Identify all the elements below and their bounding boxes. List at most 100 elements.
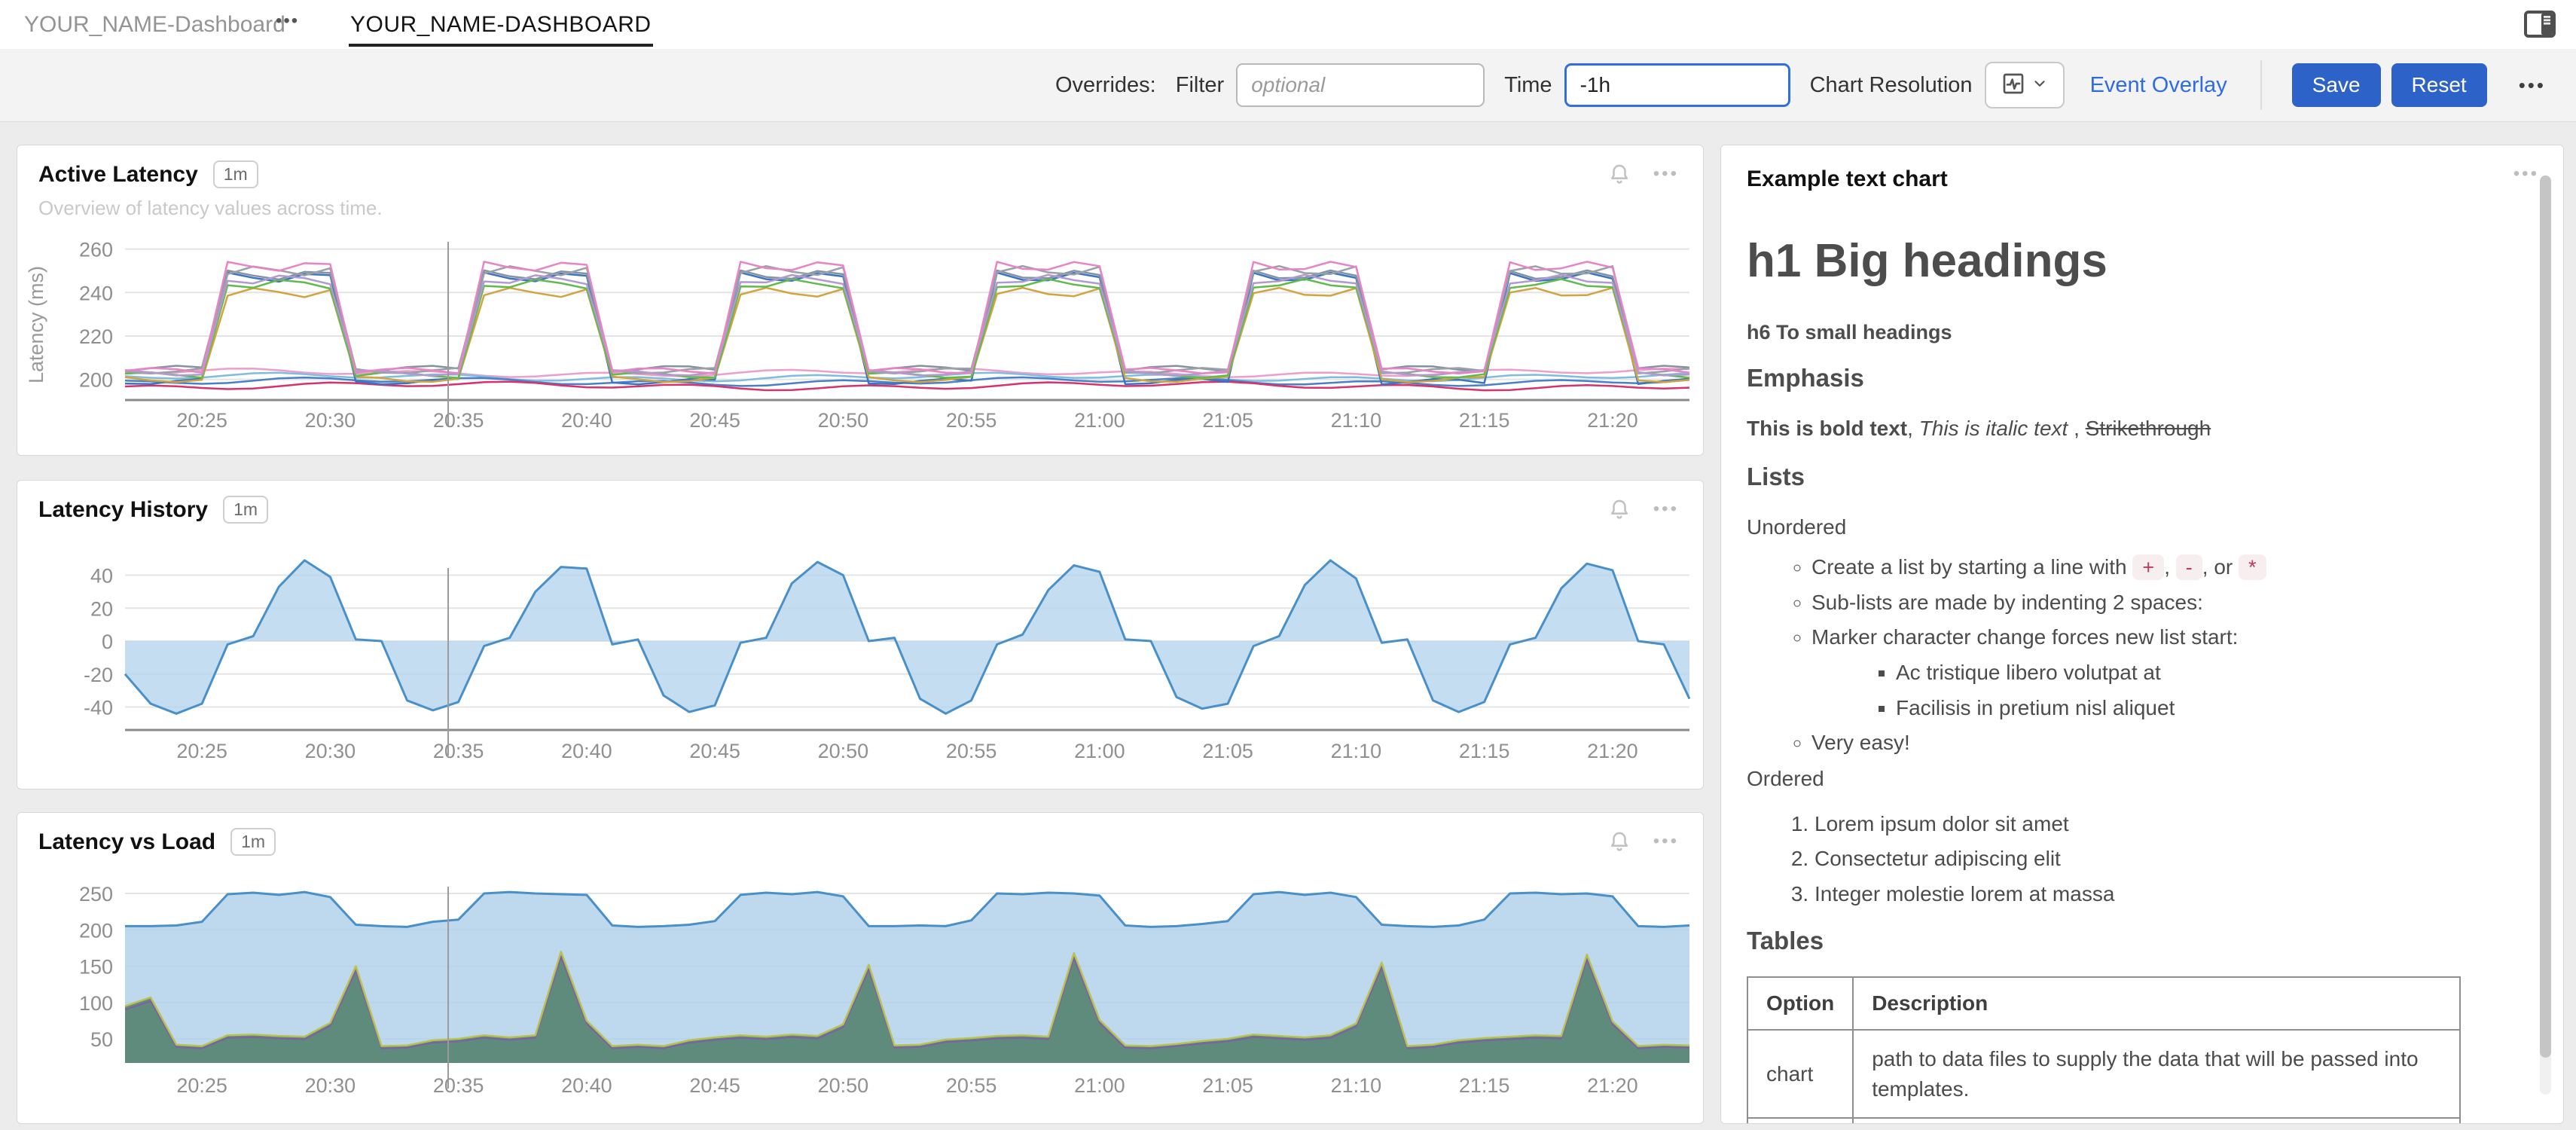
svg-text:20:50: 20:50 xyxy=(818,740,869,762)
table-header-row: Option Description xyxy=(1747,977,2460,1030)
svg-text:21:05: 21:05 xyxy=(1202,409,1253,432)
svg-text:20:25: 20:25 xyxy=(176,409,227,432)
list-item-text: Create a list by starting a line with xyxy=(1811,555,2132,579)
svg-text:21:05: 21:05 xyxy=(1202,1074,1253,1097)
svg-text:200: 200 xyxy=(79,919,113,942)
list-item: Lorem ipsum dolor sit amet xyxy=(1814,810,2489,839)
svg-text:Latency (ms): Latency (ms) xyxy=(25,266,47,383)
scrollbar-track[interactable] xyxy=(2540,176,2551,1095)
svg-text:20:50: 20:50 xyxy=(818,409,869,432)
svg-text:21:00: 21:00 xyxy=(1074,1074,1125,1097)
chart-more-icon[interactable]: ••• xyxy=(1653,499,1679,520)
svg-text:40: 40 xyxy=(90,565,113,588)
svg-text:21:20: 21:20 xyxy=(1587,740,1638,762)
svg-text:240: 240 xyxy=(79,282,113,304)
table-cell: engine xyxy=(1747,1118,1853,1124)
svg-text:21:10: 21:10 xyxy=(1331,740,1382,762)
latency-history-plot[interactable]: 40 20 0 -20 -40 20:25 20:30 20:35 20:40 20:45 20:5… xyxy=(17,481,1703,789)
alert-bell-icon[interactable] xyxy=(1607,162,1632,191)
svg-text:20:40: 20:40 xyxy=(561,740,612,762)
svg-text:21:15: 21:15 xyxy=(1459,1074,1510,1097)
active-latency-plot[interactable]: 260 240 220 200 20:25 20:30 20:35 20:40 20:45 20:… xyxy=(17,145,1703,455)
table-row: chart path to data files to supply the d… xyxy=(1747,1030,2460,1117)
md-h6: h6 To small headings xyxy=(1747,321,2489,344)
svg-text:20:45: 20:45 xyxy=(689,409,740,432)
svg-text:20:25: 20:25 xyxy=(176,1074,227,1097)
save-button[interactable]: Save xyxy=(2292,63,2381,107)
svg-text:21:20: 21:20 xyxy=(1587,1074,1638,1097)
md-separator: , xyxy=(1907,417,1919,440)
chart-more-icon[interactable]: ••• xyxy=(2513,163,2539,185)
md-inline-code: - xyxy=(2176,554,2202,580)
text-chart-title: Example text chart xyxy=(1747,166,1948,192)
svg-text:20: 20 xyxy=(90,597,113,620)
svg-text:20:40: 20:40 xyxy=(561,1074,612,1097)
event-overlay-link[interactable]: Event Overlay xyxy=(2090,73,2227,98)
chart-title: Latency History xyxy=(38,497,208,523)
md-table: Option Description chart path to data fi… xyxy=(1747,976,2461,1124)
resolution-badge: 1m xyxy=(223,496,268,524)
svg-text:220: 220 xyxy=(79,325,113,348)
svg-text:200: 200 xyxy=(79,369,113,392)
top-nav: YOUR_NAME-Dashboard ••• YOUR_NAME-DASHBO… xyxy=(0,0,2576,49)
svg-text:50: 50 xyxy=(90,1028,113,1051)
svg-text:20:40: 20:40 xyxy=(561,409,612,432)
svg-text:20:45: 20:45 xyxy=(689,740,740,762)
alert-bell-icon[interactable] xyxy=(1607,497,1632,527)
svg-text:21:00: 21:00 xyxy=(1074,740,1125,762)
svg-text:20:55: 20:55 xyxy=(946,740,997,762)
card-latency-history: 40 20 0 -20 -40 20:25 20:30 20:35 20:40 20:45 20:5… xyxy=(17,480,1704,789)
list-item: Very easy! xyxy=(1811,728,2489,758)
chart-more-icon[interactable]: ••• xyxy=(1653,163,1679,185)
svg-text:21:10: 21:10 xyxy=(1331,1074,1382,1097)
chart-resolution-dropdown[interactable] xyxy=(1985,62,2065,108)
svg-text:20:25: 20:25 xyxy=(176,740,227,762)
latency-vs-load-plot[interactable]: 2502001501005020:2520:3020:3520:4020:452… xyxy=(17,813,1703,1123)
card-example-text-chart: Example text chart ••• h1 Big headings h… xyxy=(1720,145,2564,1124)
list-item: Marker character change forces new list … xyxy=(1811,623,2489,652)
svg-text:-20: -20 xyxy=(84,664,113,686)
list-item: Ac tristique libero volutpat at xyxy=(1896,658,2489,688)
alert-bell-icon[interactable] xyxy=(1607,829,1632,859)
svg-text:21:15: 21:15 xyxy=(1459,740,1510,762)
resolution-badge: 1m xyxy=(213,160,258,188)
dashboard-grid: 26024022020020:2520:3020:3520:4020:4520:… xyxy=(0,122,2576,1130)
svg-text:20:35: 20:35 xyxy=(433,409,484,432)
table-cell: chart xyxy=(1747,1030,1853,1117)
filter-input[interactable] xyxy=(1236,63,1485,107)
list-item: Sub-lists are made by indenting 2 spaces… xyxy=(1811,588,2489,618)
overrides-more-icon[interactable]: ••• xyxy=(2519,74,2546,97)
table-cell: path to data files to supply the data th… xyxy=(1853,1030,2460,1117)
table-cell: engine to be used for processing templat… xyxy=(1853,1118,2460,1124)
md-ordered-label: Ordered xyxy=(1747,764,2489,795)
md-bold-text: This is bold text xyxy=(1747,417,1907,440)
md-heading-lists: Lists xyxy=(1747,463,2489,491)
svg-text:-40: -40 xyxy=(84,697,113,719)
list-item: Create a list by starting a line with +,… xyxy=(1811,553,2489,582)
dashboard-group-name[interactable]: YOUR_NAME-Dashboard xyxy=(24,12,285,38)
svg-text:250: 250 xyxy=(79,883,113,906)
time-input[interactable] xyxy=(1564,63,1790,107)
svg-text:21:10: 21:10 xyxy=(1331,409,1382,432)
md-sub-list: Ac tristique libero volutpat at Facilisi… xyxy=(1811,658,2489,722)
svg-text:21:15: 21:15 xyxy=(1459,409,1510,432)
scrollbar-thumb[interactable] xyxy=(2540,176,2551,1058)
dashboard-group-menu-icon[interactable]: ••• xyxy=(276,11,299,32)
reset-button[interactable]: Reset xyxy=(2391,63,2487,107)
svg-text:260: 260 xyxy=(79,239,113,261)
md-unordered-label: Unordered xyxy=(1747,512,2489,543)
svg-text:20:30: 20:30 xyxy=(305,409,356,432)
chart-more-icon[interactable]: ••• xyxy=(1653,831,1679,852)
svg-text:20:30: 20:30 xyxy=(305,740,356,762)
table-header-cell: Description xyxy=(1853,977,2460,1030)
chevron-down-icon xyxy=(2031,75,2048,96)
svg-text:0: 0 xyxy=(102,631,113,653)
svg-text:20:30: 20:30 xyxy=(305,1074,356,1097)
md-h1: h1 Big headings xyxy=(1747,234,2489,288)
tab-dashboard[interactable]: YOUR_NAME-DASHBOARD xyxy=(350,12,652,38)
table-header-cell: Option xyxy=(1747,977,1853,1030)
panel-toggle-icon[interactable] xyxy=(2522,6,2558,46)
svg-text:20:35: 20:35 xyxy=(433,740,484,762)
md-emphasis-paragraph: This is bold text, This is italic text ,… xyxy=(1747,414,2489,444)
svg-text:21:05: 21:05 xyxy=(1202,740,1253,762)
